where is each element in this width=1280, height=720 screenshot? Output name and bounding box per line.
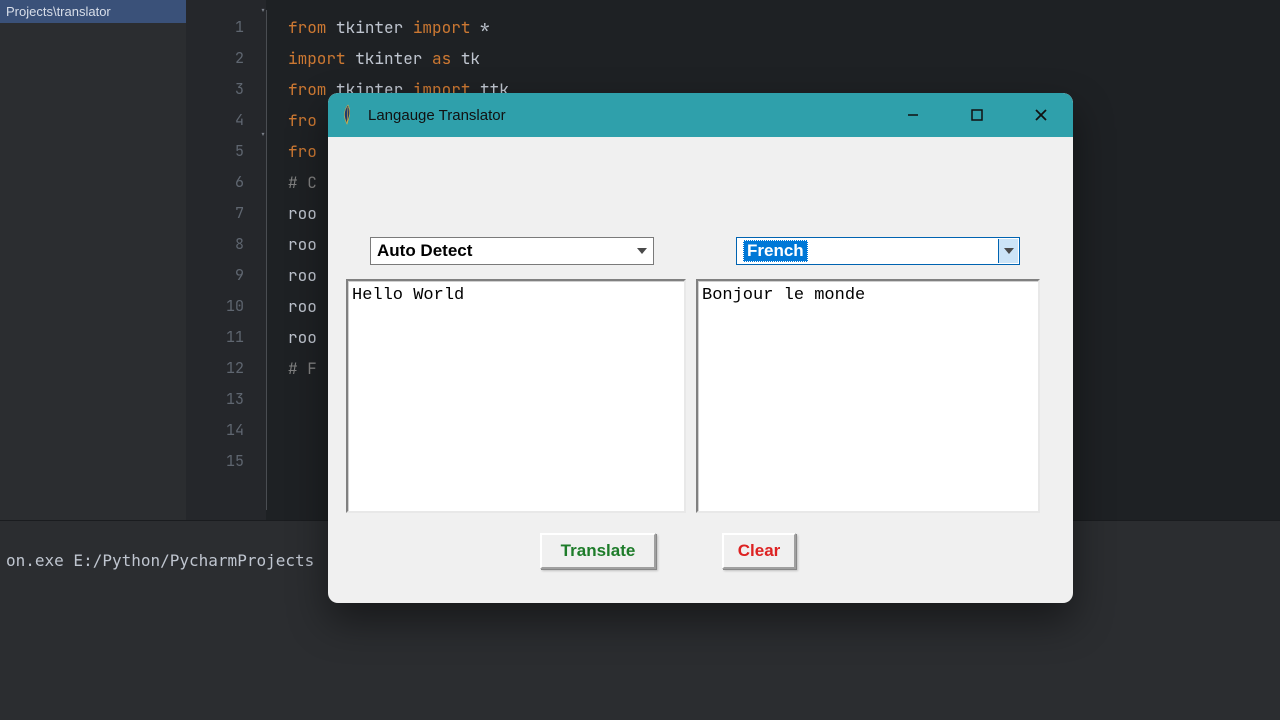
line-number: 11: [186, 322, 266, 353]
code-token: roo: [288, 203, 317, 224]
window-body: Auto Detect French Hello World Bonjour l…: [328, 137, 1073, 603]
code-token: as: [432, 48, 461, 69]
titlebar[interactable]: Langauge Translator: [328, 93, 1073, 137]
code-token: fro: [288, 141, 317, 162]
code-token: tkinter: [355, 48, 432, 69]
code-token: roo: [288, 296, 317, 317]
chevron-down-icon[interactable]: [632, 239, 652, 263]
dest-text-output[interactable]: Bonjour le monde: [696, 279, 1040, 513]
code-token: tkinter: [336, 17, 413, 38]
line-number: 2: [186, 43, 266, 74]
code-token: import: [413, 17, 480, 38]
translator-window: Langauge Translator Auto Detect French: [328, 93, 1073, 603]
clear-button[interactable]: Clear: [722, 533, 796, 569]
line-number: 10: [186, 291, 266, 322]
source-text-input[interactable]: Hello World: [346, 279, 686, 513]
code-token: roo: [288, 327, 317, 348]
code-token: from: [288, 17, 336, 38]
dest-language-value: French: [743, 240, 808, 262]
line-number: 6: [186, 167, 266, 198]
dest-language-combobox[interactable]: French: [736, 237, 1020, 265]
chevron-down-icon[interactable]: [998, 239, 1018, 263]
line-number: 4: [186, 105, 266, 136]
code-token: *: [480, 17, 490, 38]
maximize-button[interactable]: [945, 93, 1009, 137]
window-title: Langauge Translator: [368, 107, 881, 124]
tk-feather-icon: [338, 101, 358, 129]
line-number: 5: [186, 136, 266, 167]
code-token: import: [288, 48, 355, 69]
line-number: 9: [186, 260, 266, 291]
line-number: 8: [186, 229, 266, 260]
project-path[interactable]: Projects\translator: [0, 0, 186, 23]
line-number: 3: [186, 74, 266, 105]
line-number: 15: [186, 446, 266, 477]
translate-button[interactable]: Translate: [540, 533, 656, 569]
fold-guide: [266, 10, 267, 510]
source-language-value: Auto Detect: [377, 241, 472, 261]
fold-icon[interactable]: ▾: [260, 6, 270, 16]
code-token: fro: [288, 110, 317, 131]
console-line: on.exe E:/Python/PycharmProjects: [6, 551, 314, 570]
line-number: 13: [186, 384, 266, 415]
fold-icon[interactable]: ▾: [260, 130, 270, 140]
line-number: 12: [186, 353, 266, 384]
minimize-button[interactable]: [881, 93, 945, 137]
line-number: 1: [186, 12, 266, 43]
code-token: # C: [288, 172, 317, 193]
ide-sidebar: Projects\translator: [0, 0, 186, 520]
line-number: 14: [186, 415, 266, 446]
code-token: roo: [288, 234, 317, 255]
code-token: # F: [288, 358, 317, 379]
line-number: 7: [186, 198, 266, 229]
code-token: roo: [288, 265, 317, 286]
source-language-combobox[interactable]: Auto Detect: [370, 237, 654, 265]
editor-gutter: 1 2 3 4 5 6 7 8 9 10 11 12 13 14 15: [186, 0, 266, 520]
close-button[interactable]: [1009, 93, 1073, 137]
code-token: tk: [461, 48, 480, 69]
